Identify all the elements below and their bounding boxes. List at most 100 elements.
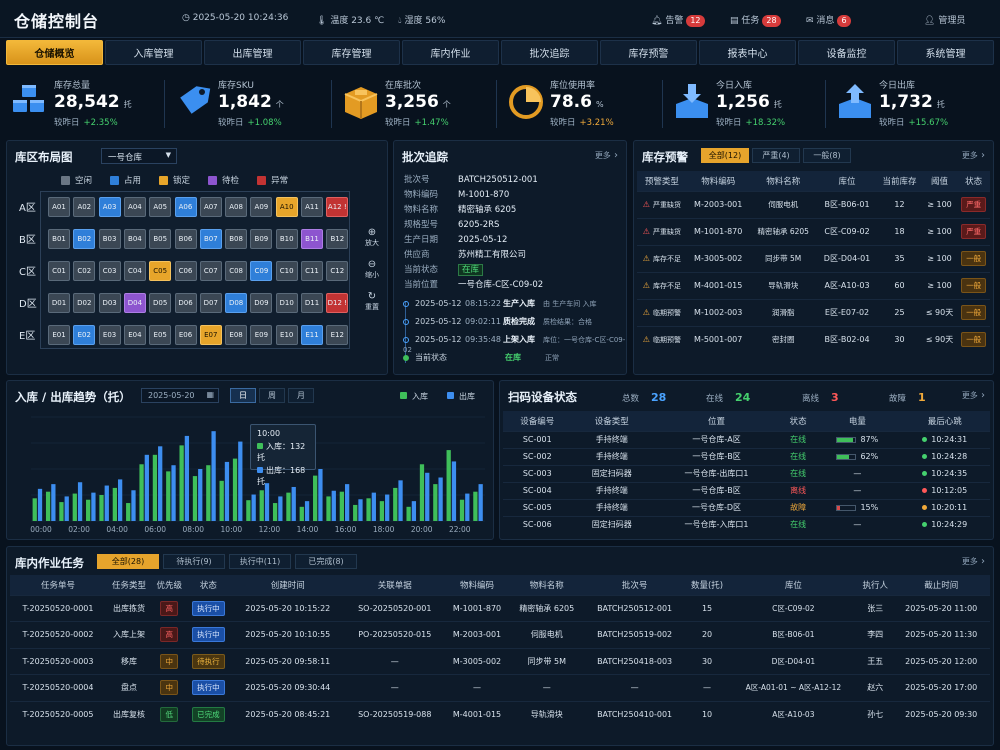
task-tab-all[interactable]: 全部(28)	[97, 554, 159, 569]
nav-tab-3[interactable]: 库存管理	[303, 40, 400, 65]
bin-cell[interactable]: E09	[250, 325, 273, 345]
alert-row[interactable]: ⚠ 严重缺货 M-1001-870 精密轴承 6205 C区-C09-02 18 ≥ 100…	[637, 217, 990, 245]
bin-cell[interactable]: C08	[225, 261, 248, 281]
bin-cell[interactable]: C02	[73, 261, 96, 281]
scanner-row[interactable]: SC-001 手持终端 一号仓库-A区 在线 87% 10:24:31	[503, 430, 990, 448]
message-button[interactable]: ✉ 消息 6	[806, 13, 851, 27]
mode-month[interactable]: 月	[288, 388, 314, 403]
bin-cell[interactable]: E04	[123, 325, 146, 345]
bin-cell[interactable]: C05	[149, 261, 172, 281]
alert-row[interactable]: ⚠ 库存不足 M-4001-015 导轨滑块 A区-A10-03 60 ≥ 100 一般	[637, 271, 990, 299]
bin-cell[interactable]: A03	[98, 197, 121, 217]
task-more-link[interactable]: 更多	[962, 556, 985, 567]
scanner-row[interactable]: SC-005 手持终端 一号仓库-D区 故障 15% 10:20:11	[503, 498, 990, 516]
bin-cell[interactable]: D10	[275, 293, 298, 313]
nav-tab-7[interactable]: 报表中心	[699, 40, 796, 65]
alert-row[interactable]: ⚠ 临期预警 M-1002-003 润滑脂 E区-E07-02 25 ≤ 90天 一般	[637, 298, 990, 326]
bin-cell[interactable]: E10	[275, 325, 298, 345]
bin-cell[interactable]: D07	[199, 293, 222, 313]
bin-cell[interactable]: B03	[98, 229, 121, 249]
bin-cell[interactable]: D11	[301, 293, 323, 313]
bin-cell[interactable]: A05	[149, 197, 172, 217]
warehouse-select[interactable]: 一号仓库 ▼	[101, 148, 177, 164]
zoom-out-button[interactable]: ⊖ 缩小	[362, 259, 382, 285]
bin-cell[interactable]: E12	[326, 325, 349, 345]
mode-day[interactable]: 日	[230, 388, 256, 403]
task-row[interactable]: T-20250520-0005 出库复核低已完成 2025-05-20 08:45:…	[10, 700, 990, 728]
bin-cell[interactable]: B10	[275, 229, 298, 249]
bin-cell[interactable]: D02	[73, 293, 96, 313]
scanner-row[interactable]: SC-006 固定扫码器 一号仓库-入库口1 在线 — 10:24:29	[503, 515, 990, 533]
nav-tab-9[interactable]: 系统管理	[897, 40, 994, 65]
nav-tab-1[interactable]: 入库管理	[105, 40, 202, 65]
task-row[interactable]: T-20250520-0004 盘点中执行中 2025-05-20 09:30:44…	[10, 674, 990, 701]
bin-cell[interactable]: D01	[48, 293, 70, 313]
bin-cell[interactable]: C04	[123, 261, 146, 281]
bin-cell[interactable]: E06	[174, 325, 197, 345]
reset-button[interactable]: ↻ 重置	[362, 291, 382, 317]
trend-date-picker[interactable]: 2025-05-20 ▦	[141, 388, 219, 403]
bin-cell[interactable]: A08	[225, 197, 248, 217]
alert-tab-normal[interactable]: 一般(8)	[803, 148, 851, 163]
bin-cell[interactable]: B06	[174, 229, 197, 249]
bin-cell[interactable]: B02	[73, 229, 96, 249]
task-row[interactable]: T-20250520-0001 出库拣货高执行中 2025-05-20 10:15:…	[10, 594, 990, 622]
alert-row[interactable]: ⚠ 库存不足 M-3005-002 同步带 5M D区-D04-01 35 ≥ 100 一般	[637, 244, 990, 272]
scanner-row[interactable]: SC-004 手持终端 一号仓库-B区 离线 — 10:12:05	[503, 481, 990, 499]
bin-cell[interactable]: B01	[48, 229, 70, 249]
zoom-in-button[interactable]: ⊕ 放大	[362, 227, 382, 253]
bin-cell[interactable]: D12 !	[326, 293, 349, 313]
alert-row[interactable]: ⚠ 临期预警 M-5001-007 密封圈 B区-B02-04 30 ≤ 90天 一般	[637, 325, 990, 353]
bin-cell[interactable]: E05	[149, 325, 172, 345]
bin-cell[interactable]: A11	[301, 197, 323, 217]
bin-cell[interactable]: B09	[250, 229, 273, 249]
bin-cell[interactable]: E02	[73, 325, 96, 345]
bin-cell[interactable]: A06	[174, 197, 197, 217]
alert-more-link[interactable]: 更多	[962, 150, 985, 161]
bin-cell[interactable]: E03	[98, 325, 121, 345]
bin-cell[interactable]: A07	[199, 197, 222, 217]
nav-tab-6[interactable]: 库存预警	[600, 40, 697, 65]
bin-cell[interactable]: A01	[48, 197, 70, 217]
mode-week[interactable]: 周	[259, 388, 285, 403]
task-button[interactable]: ▤ 任务 28	[730, 13, 781, 27]
task-row[interactable]: T-20250520-0003 移库中待执行 2025-05-20 09:58:11…	[10, 647, 990, 675]
bin-cell[interactable]: C11	[301, 261, 323, 281]
bin-cell[interactable]: D03	[98, 293, 121, 313]
nav-tab-4[interactable]: 库内作业	[402, 40, 499, 65]
scanner-row[interactable]: SC-003 固定扫码器 一号仓库-出库口1 在线 — 10:24:35	[503, 464, 990, 482]
bin-cell[interactable]: B05	[149, 229, 172, 249]
bin-cell[interactable]: C12	[326, 261, 349, 281]
bin-cell[interactable]: C01	[48, 261, 70, 281]
bin-cell[interactable]: B11	[301, 229, 323, 249]
bin-cell[interactable]: B12	[326, 229, 349, 249]
bin-cell[interactable]: E11	[301, 325, 323, 345]
bin-cell[interactable]: E07	[199, 325, 222, 345]
nav-tab-5[interactable]: 批次追踪	[501, 40, 598, 65]
bin-cell[interactable]: C03	[98, 261, 121, 281]
bin-cell[interactable]: B07	[199, 229, 222, 249]
task-tab-done[interactable]: 已完成(8)	[295, 554, 357, 569]
bin-cell[interactable]: D09	[250, 293, 273, 313]
bin-cell[interactable]: D06	[174, 293, 197, 313]
task-tab-running[interactable]: 执行中(11)	[229, 554, 291, 569]
bin-cell[interactable]: A02	[73, 197, 96, 217]
bin-cell[interactable]: D08	[225, 293, 248, 313]
scanner-more-link[interactable]: 更多	[962, 390, 985, 401]
bin-cell[interactable]: A09	[250, 197, 273, 217]
bin-cell[interactable]: D05	[149, 293, 172, 313]
bin-cell[interactable]: A12 !	[326, 197, 349, 217]
bin-cell[interactable]: E01	[48, 325, 70, 345]
task-row[interactable]: T-20250520-0002 入库上架高执行中 2025-05-20 10:10:…	[10, 621, 990, 648]
nav-tab-8[interactable]: 设备监控	[798, 40, 895, 65]
batch-more-link[interactable]: 更多	[595, 150, 618, 161]
bin-cell[interactable]: D04	[123, 293, 146, 313]
nav-tab-2[interactable]: 出库管理	[204, 40, 301, 65]
alarm-button[interactable]: 🔔︎ 告警 12	[651, 13, 705, 27]
alert-row[interactable]: ⚠ 严重缺货 M-2003-001 伺服电机 B区-B06-01 12 ≥ 100 严重	[637, 190, 990, 218]
task-tab-pending[interactable]: 待执行(9)	[163, 554, 225, 569]
bin-cell[interactable]: A04	[123, 197, 146, 217]
bin-cell[interactable]: A10	[275, 197, 298, 217]
bin-cell[interactable]: C09	[250, 261, 273, 281]
bin-cell[interactable]: C10	[275, 261, 298, 281]
